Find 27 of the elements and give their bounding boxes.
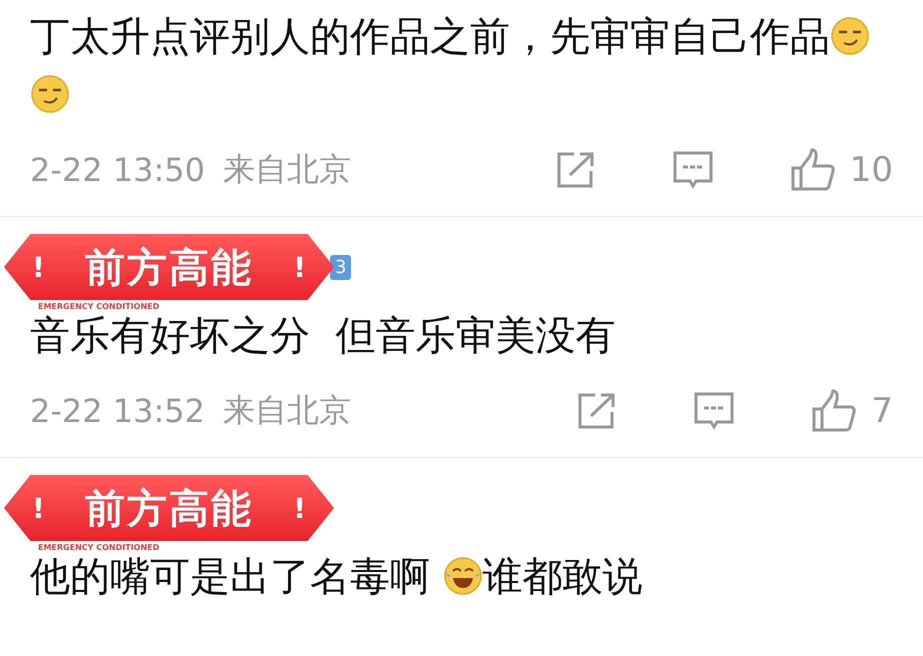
comment-icon[interactable] [693,391,736,431]
thumbs-up-icon[interactable] [790,148,836,192]
exclamation-mark: ! [32,492,45,524]
exclamation-mark: ! [293,492,306,524]
smirk-emoji-icon [30,74,70,114]
share-icon[interactable] [556,151,596,189]
comment-text: 他的嘴可是出了名毒啊 谁都敢说 [30,553,644,602]
exclamation-mark: ! [293,250,306,284]
comment-time: 2-22 13:50 [30,151,206,189]
level-badge: 3 [330,254,352,280]
sticker-caption: EMERGENCY CONDITIONED [38,543,160,552]
sticker-caption: EMERGENCY CONDITIONED [38,302,160,311]
smirk-emoji-icon [830,16,870,56]
sticker-title: 前方高能 [85,244,253,292]
laughing-emoji-icon [442,556,483,596]
thumbs-up-icon[interactable] [811,389,858,433]
comment-time: 2-22 13:52 [30,392,206,430]
like-count: 10 [850,150,893,190]
like-count: 7 [871,391,893,431]
comment-icon[interactable] [672,150,714,190]
comment-text: 音乐有好坏之分 但音乐审美没有 [30,312,616,361]
comment-text: 丁太升点评别人的作品之前，先审审自己作品 [30,8,893,124]
comment-location: 来自北京 [223,390,352,431]
share-icon[interactable] [577,392,618,430]
exclamation-mark: ! [32,250,45,284]
sticker-title: 前方高能 [85,484,253,534]
comment-location: 来自北京 [223,149,352,190]
